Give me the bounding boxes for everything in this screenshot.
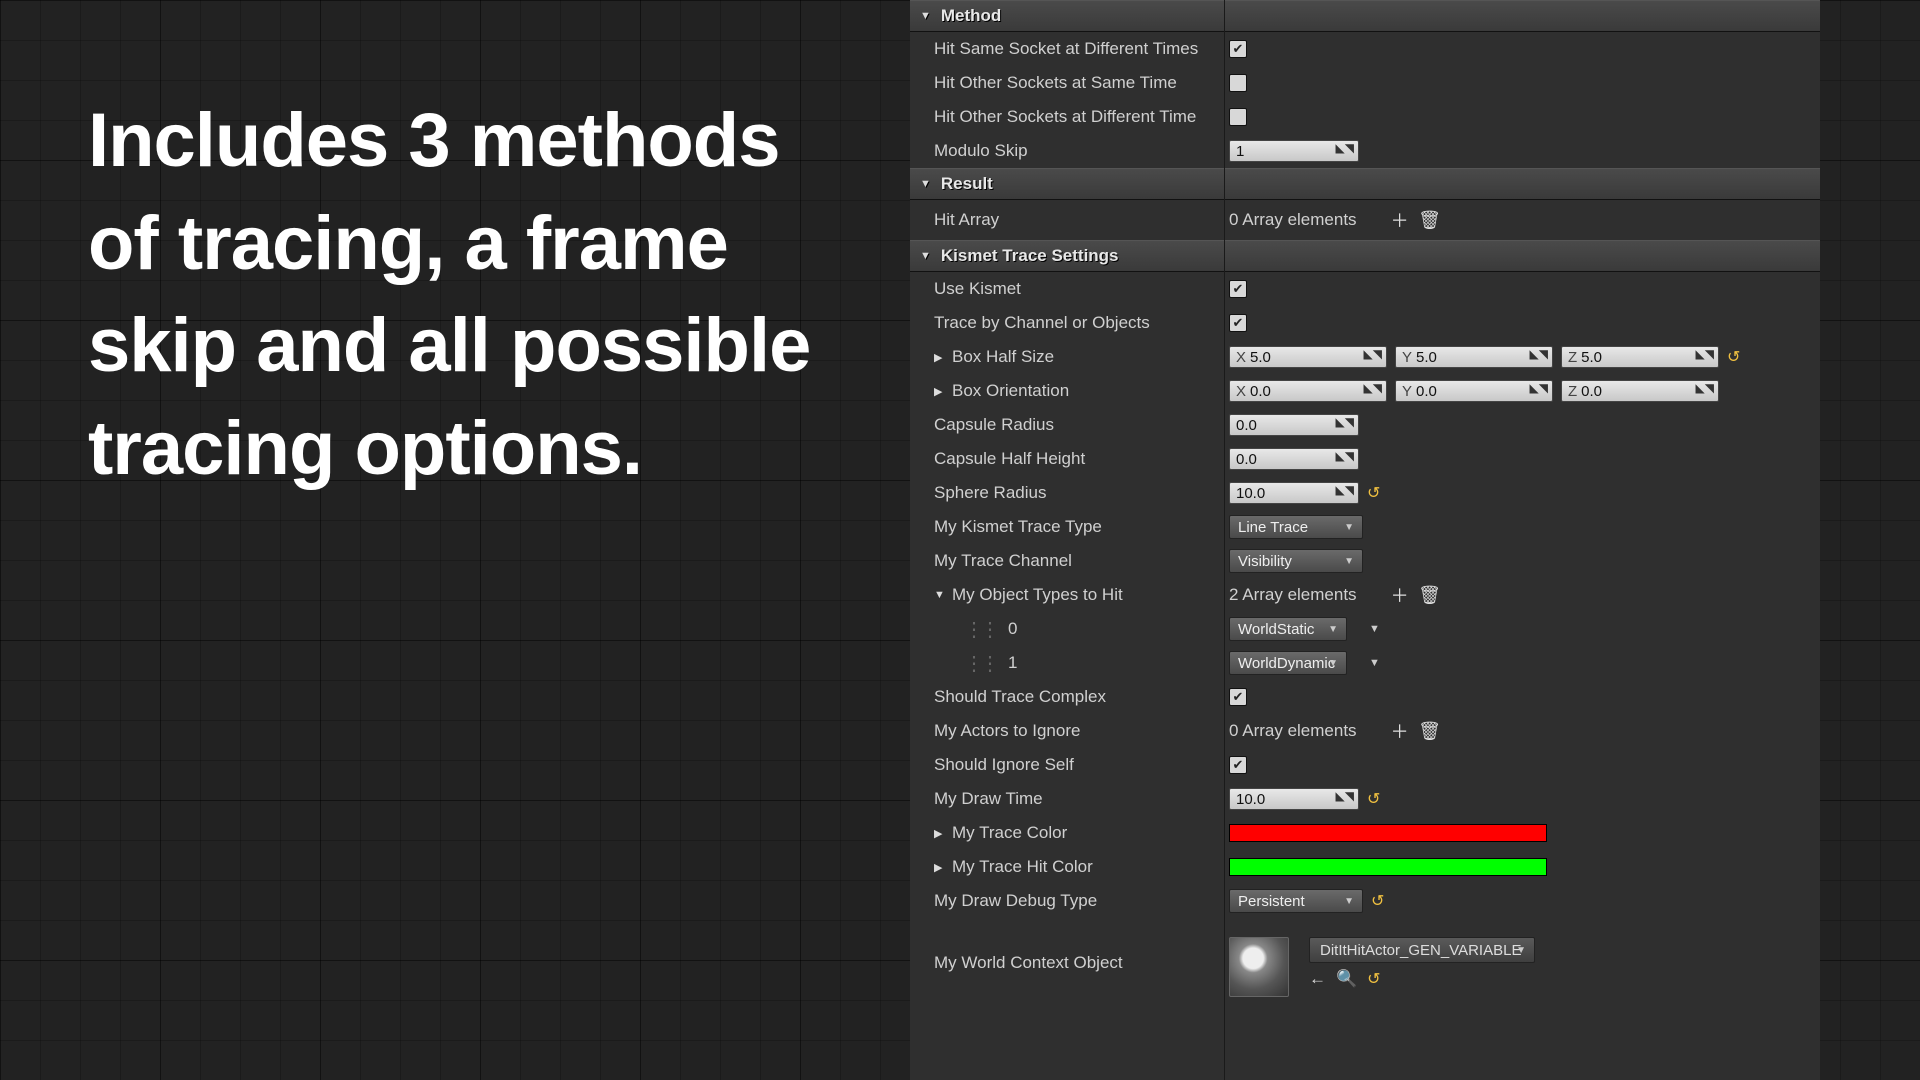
checkbox-ignore-self[interactable]: ✔ bbox=[1229, 756, 1247, 774]
input-modulo-skip[interactable]: 1 ◣◥ bbox=[1229, 140, 1359, 162]
reset-to-default-icon[interactable]: ↺ bbox=[1371, 891, 1384, 911]
dropdown-object-type-1[interactable]: WorldDynamic bbox=[1229, 651, 1347, 675]
checkbox-trace-by-channel[interactable]: ✔ bbox=[1229, 314, 1247, 332]
checkbox-hit-other-diff-time[interactable]: ✔ bbox=[1229, 108, 1247, 126]
prop-label: My Trace Channel bbox=[910, 551, 1225, 571]
element-options-icon[interactable]: ▼ bbox=[1369, 657, 1381, 669]
color-swatch-trace-hit-color[interactable] bbox=[1229, 858, 1547, 876]
input-box-orient-x[interactable]: X0.0◣◥ bbox=[1229, 380, 1387, 402]
input-box-orient-y[interactable]: Y0.0◣◥ bbox=[1395, 380, 1553, 402]
prop-label: Capsule Half Height bbox=[910, 449, 1225, 469]
use-selected-asset-icon[interactable]: ← bbox=[1309, 969, 1326, 989]
dropdown-draw-debug-type[interactable]: Persistent bbox=[1229, 889, 1363, 913]
collapse-icon[interactable] bbox=[934, 589, 946, 601]
browse-asset-icon[interactable]: 🔍 bbox=[1336, 969, 1357, 989]
dropdown-trace-channel[interactable]: Visibility bbox=[1229, 549, 1363, 573]
details-panel: Method Hit Same Socket at Different Time… bbox=[910, 0, 1820, 1080]
prop-label: My World Context Object bbox=[910, 953, 1225, 973]
dropdown-kismet-trace-type[interactable]: Line Trace bbox=[1229, 515, 1363, 539]
prop-label: Modulo Skip bbox=[910, 141, 1225, 161]
clear-array-button[interactable]: 🗑 bbox=[1419, 209, 1441, 231]
prop-label: Box Orientation bbox=[910, 381, 1225, 401]
element-options-icon[interactable]: ▼ bbox=[1369, 623, 1381, 635]
add-array-element-button[interactable]: ＋ bbox=[1389, 209, 1411, 231]
prop-label: Capsule Radius bbox=[910, 415, 1225, 435]
section-header-method[interactable]: Method bbox=[910, 0, 1820, 32]
clear-array-button[interactable]: 🗑 bbox=[1419, 584, 1441, 606]
checkbox-hit-same-socket[interactable]: ✔ bbox=[1229, 40, 1247, 58]
prop-label: My Trace Hit Color bbox=[910, 857, 1225, 877]
input-sphere-radius[interactable]: 10.0◣◥ bbox=[1229, 482, 1359, 504]
prop-label: My Draw Debug Type bbox=[910, 891, 1225, 911]
prop-label: Use Kismet bbox=[910, 279, 1225, 299]
section-title: Result bbox=[941, 174, 993, 194]
expand-icon[interactable] bbox=[934, 861, 946, 874]
value-text: 1 bbox=[1236, 143, 1244, 160]
array-index-label: ⋮⋮1 bbox=[910, 651, 1225, 676]
drag-handle-icon[interactable]: ⋮⋮ bbox=[964, 651, 996, 676]
prop-label: My Object Types to Hit bbox=[910, 585, 1225, 605]
prop-label: Should Ignore Self bbox=[910, 755, 1225, 775]
add-array-element-button[interactable]: ＋ bbox=[1389, 584, 1411, 606]
marketing-caption: Includes 3 methods of tracing, a frame s… bbox=[88, 90, 848, 500]
prop-label: Should Trace Complex bbox=[910, 687, 1225, 707]
prop-label: Sphere Radius bbox=[910, 483, 1225, 503]
section-header-result[interactable]: Result bbox=[910, 168, 1820, 200]
array-index-label: ⋮⋮0 bbox=[910, 617, 1225, 642]
expand-icon[interactable] bbox=[934, 827, 946, 840]
prop-label: My Actors to Ignore bbox=[910, 721, 1225, 741]
array-count: 2 Array elements bbox=[1229, 585, 1357, 605]
array-count: 0 Array elements bbox=[1229, 721, 1357, 741]
section-title: Kismet Trace Settings bbox=[941, 246, 1119, 266]
color-swatch-trace-color[interactable] bbox=[1229, 824, 1547, 842]
input-box-half-z[interactable]: Z5.0◣◥ bbox=[1561, 346, 1719, 368]
spinner-grip-icon: ◣◥ bbox=[1336, 144, 1354, 152]
prop-label: Hit Other Sockets at Same Time bbox=[910, 73, 1225, 93]
reset-to-default-icon[interactable]: ↺ bbox=[1367, 483, 1380, 503]
reset-to-default-icon[interactable]: ↺ bbox=[1367, 969, 1380, 989]
input-capsule-half-height[interactable]: 0.0◣◥ bbox=[1229, 448, 1359, 470]
prop-label: Hit Array bbox=[910, 210, 1225, 230]
checkbox-trace-complex[interactable]: ✔ bbox=[1229, 688, 1247, 706]
input-draw-time[interactable]: 10.0◣◥ bbox=[1229, 788, 1359, 810]
expand-icon[interactable] bbox=[934, 385, 946, 398]
asset-thumbnail[interactable] bbox=[1229, 937, 1289, 997]
prop-label: My Kismet Trace Type bbox=[910, 517, 1225, 537]
prop-label: Trace by Channel or Objects bbox=[910, 313, 1225, 333]
input-capsule-radius[interactable]: 0.0◣◥ bbox=[1229, 414, 1359, 436]
input-box-half-x[interactable]: X5.0◣◥ bbox=[1229, 346, 1387, 368]
dropdown-world-context-asset[interactable]: DitItHitActor_GEN_VARIABLE bbox=[1309, 937, 1535, 963]
drag-handle-icon[interactable]: ⋮⋮ bbox=[964, 617, 996, 642]
prop-label: Box Half Size bbox=[910, 347, 1225, 367]
section-header-kismet[interactable]: Kismet Trace Settings bbox=[910, 240, 1820, 272]
prop-label: My Trace Color bbox=[910, 823, 1225, 843]
prop-label: Hit Same Socket at Different Times bbox=[910, 39, 1225, 59]
expand-icon[interactable] bbox=[934, 351, 946, 364]
prop-label: Hit Other Sockets at Different Time bbox=[910, 107, 1225, 127]
reset-to-default-icon[interactable]: ↺ bbox=[1727, 347, 1740, 367]
input-box-orient-z[interactable]: Z0.0◣◥ bbox=[1561, 380, 1719, 402]
column-divider bbox=[1224, 0, 1225, 1080]
input-box-half-y[interactable]: Y5.0◣◥ bbox=[1395, 346, 1553, 368]
array-count: 0 Array elements bbox=[1229, 210, 1357, 230]
prop-label: My Draw Time bbox=[910, 789, 1225, 809]
add-array-element-button[interactable]: ＋ bbox=[1389, 720, 1411, 742]
checkbox-hit-other-same-time[interactable]: ✔ bbox=[1229, 74, 1247, 92]
clear-array-button[interactable]: 🗑 bbox=[1419, 720, 1441, 742]
reset-to-default-icon[interactable]: ↺ bbox=[1367, 789, 1380, 809]
checkbox-use-kismet[interactable]: ✔ bbox=[1229, 280, 1247, 298]
section-title: Method bbox=[941, 6, 1001, 26]
dropdown-object-type-0[interactable]: WorldStatic bbox=[1229, 617, 1347, 641]
